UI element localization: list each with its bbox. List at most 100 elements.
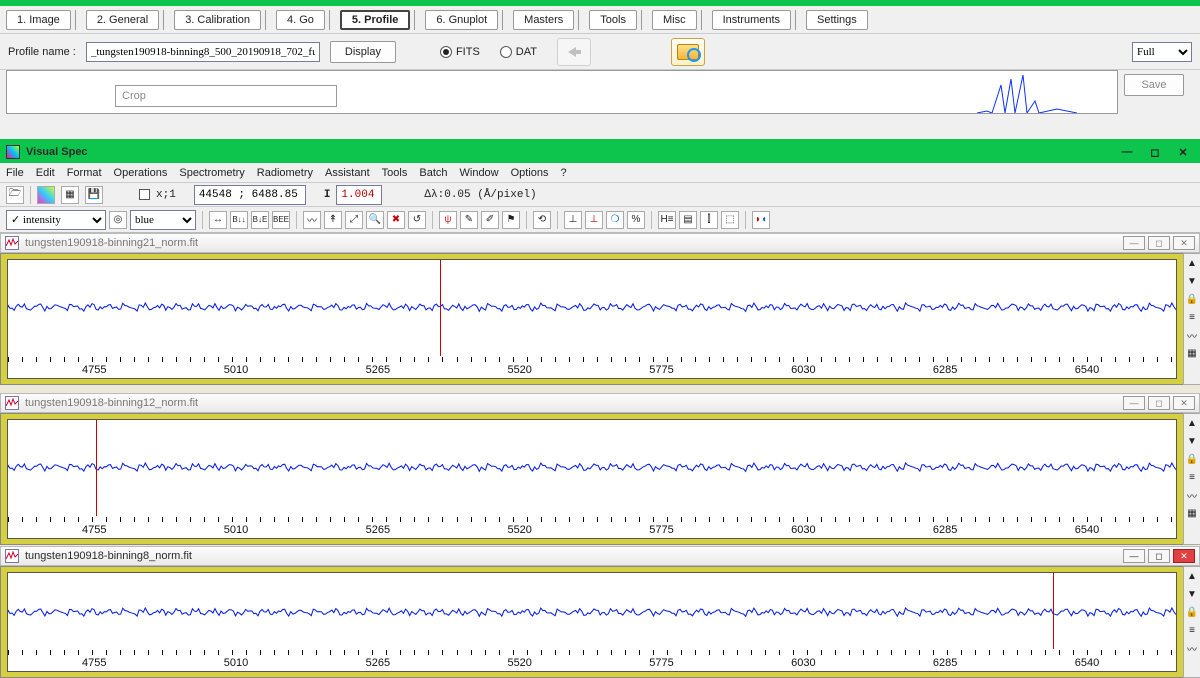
percent-icon[interactable]: % [627, 211, 645, 229]
palette-icon[interactable] [37, 186, 55, 204]
tab-instruments[interactable]: Instruments [712, 10, 791, 30]
spectrum-panel-titlebar[interactable]: tungsten190918-binning21_norm.fit—◻✕ [0, 233, 1200, 253]
panel-close-button[interactable]: ✕ [1173, 396, 1195, 410]
panel-maximize-button[interactable]: ◻ [1148, 236, 1170, 250]
close-button[interactable]: ✕ [1172, 144, 1194, 160]
target-icon[interactable]: ◎ [109, 211, 127, 229]
arrow-expand-icon[interactable]: ⤢ [345, 211, 363, 229]
menu-batch[interactable]: Batch [419, 167, 447, 179]
spectrum-plot[interactable]: 47555010526555205775603062856540 [7, 419, 1177, 539]
grid-icon[interactable]: ▤ [679, 211, 697, 229]
flag-icon[interactable]: ⚑ [502, 211, 520, 229]
zoom-in-icon[interactable]: 🔍 [366, 211, 384, 229]
menu-operations[interactable]: Operations [114, 167, 168, 179]
cursor-line[interactable] [1053, 573, 1054, 649]
cursor-icon[interactable]: ↔ [209, 211, 227, 229]
edit-line-icon[interactable]: ✎ [460, 211, 478, 229]
maximize-button[interactable]: ◻ [1144, 144, 1166, 160]
erase-icon[interactable]: ✖ [387, 211, 405, 229]
up-icon[interactable]: ▲ [1185, 416, 1199, 430]
edit-line2-icon[interactable]: ✐ [481, 211, 499, 229]
zoom-region2-icon[interactable]: B↓E [251, 211, 269, 229]
down-icon[interactable]: ▼ [1185, 434, 1199, 448]
tab-2-general[interactable]: 2. General [86, 10, 159, 30]
panel-minimize-button[interactable]: — [1123, 396, 1145, 410]
headers-icon[interactable]: H≡ [658, 211, 676, 229]
rotate-icon[interactable]: ⟲ [533, 211, 551, 229]
menu-radiometry[interactable]: Radiometry [257, 167, 313, 179]
tab-masters[interactable]: Masters [513, 10, 574, 30]
open-folder-button[interactable] [671, 38, 705, 66]
zoom-region1-icon[interactable]: B↓↓ [230, 211, 248, 229]
menu-file[interactable]: File [6, 167, 24, 179]
panel-close-button[interactable]: ✕ [1173, 236, 1195, 250]
tab-3-calibration[interactable]: 3. Calibration [174, 10, 261, 30]
radio-fits[interactable]: FITS [440, 46, 480, 58]
chart-icon[interactable]: ⫿ [700, 211, 718, 229]
tab-tools[interactable]: Tools [589, 10, 637, 30]
open-icon[interactable]: 🗁 [6, 186, 24, 204]
bar1-icon[interactable]: ⊥ [564, 211, 582, 229]
wave-icon[interactable]: 〰 [1185, 641, 1199, 655]
spectrum-a-icon[interactable]: ψ [439, 211, 457, 229]
lock-icon[interactable]: 🔒 [1185, 605, 1199, 619]
spectrum-plot[interactable]: 47555010526555205775603062856540 [7, 572, 1177, 672]
panel-minimize-button[interactable]: — [1123, 236, 1145, 250]
menu-window[interactable]: Window [460, 167, 499, 179]
menu-edit[interactable]: Edit [36, 167, 55, 179]
panel-minimize-button[interactable]: — [1123, 549, 1145, 563]
y-mode-select[interactable]: ✓ intensity [6, 210, 106, 230]
tab-4-go[interactable]: 4. Go [276, 10, 325, 30]
sync-icon[interactable]: ◗◖ [752, 211, 770, 229]
wave-icon[interactable]: 〰 [1185, 488, 1199, 502]
spectrum-panel-titlebar[interactable]: tungsten190918-binning12_norm.fit—◻✕ [0, 393, 1200, 413]
eq-icon[interactable]: ≡ [1185, 310, 1199, 324]
visual-spec-titlebar[interactable]: Visual Spec — ◻ ✕ [0, 141, 1200, 163]
menu-format[interactable]: Format [67, 167, 102, 179]
prev-profile-button[interactable] [557, 38, 591, 66]
tab-1-image[interactable]: 1. Image [6, 10, 71, 30]
series-color-select[interactable]: blue [130, 210, 196, 230]
panel-maximize-button[interactable]: ◻ [1148, 549, 1170, 563]
down-icon[interactable]: ▼ [1185, 587, 1199, 601]
spectrum-panel-titlebar[interactable]: tungsten190918-binning8_norm.fit—◻✕ [0, 546, 1200, 566]
lock-icon[interactable]: 🔒 [1185, 452, 1199, 466]
down-icon[interactable]: ▼ [1185, 274, 1199, 288]
display-button[interactable]: Display [330, 41, 396, 63]
cursor-line[interactable] [440, 260, 441, 356]
arrow-up-icon[interactable]: ↟ [324, 211, 342, 229]
grid-icon[interactable]: ▦ [1185, 346, 1199, 360]
radio-dat[interactable]: DAT [500, 46, 537, 58]
eq-icon[interactable]: ≡ [1185, 623, 1199, 637]
x1-checkbox[interactable] [139, 189, 150, 200]
menu-spectrometry[interactable]: Spectrometry [179, 167, 244, 179]
grid-icon[interactable]: ▦ [1185, 506, 1199, 520]
eq-icon[interactable]: ≡ [1185, 470, 1199, 484]
drop-icon[interactable]: ❍ [606, 211, 624, 229]
tab-6-gnuplot[interactable]: 6. Gnuplot [425, 10, 498, 30]
menu-[interactable]: ? [561, 167, 567, 179]
bar2-icon[interactable]: ⊥ [585, 211, 603, 229]
tab-misc[interactable]: Misc [652, 10, 697, 30]
menu-assistant[interactable]: Assistant [325, 167, 370, 179]
crop-mode-select[interactable]: Full [1132, 42, 1192, 62]
save-icon[interactable]: 💾 [85, 186, 103, 204]
panel-maximize-button[interactable]: ◻ [1148, 396, 1170, 410]
lock-icon[interactable]: 🔒 [1185, 292, 1199, 306]
scale-icon[interactable]: ⬚ [721, 211, 739, 229]
fit-gauss-icon[interactable]: 〰 [303, 211, 321, 229]
panel-close-button[interactable]: ✕ [1173, 549, 1195, 563]
minimize-button[interactable]: — [1116, 144, 1138, 160]
save-button[interactable]: Save [1124, 74, 1184, 96]
tab-5-profile[interactable]: 5. Profile [340, 10, 410, 30]
profile-name-input[interactable] [86, 42, 320, 62]
cursor-line[interactable] [96, 420, 97, 516]
up-icon[interactable]: ▲ [1185, 256, 1199, 270]
tab-settings[interactable]: Settings [806, 10, 868, 30]
zoom-region3-icon[interactable]: BEE [272, 211, 290, 229]
menu-tools[interactable]: Tools [382, 167, 408, 179]
menu-options[interactable]: Options [511, 167, 549, 179]
spectrum-plot[interactable]: 47555010526555205775603062856540 [7, 259, 1177, 379]
image-icon[interactable]: ▦ [61, 186, 79, 204]
up-icon[interactable]: ▲ [1185, 569, 1199, 583]
